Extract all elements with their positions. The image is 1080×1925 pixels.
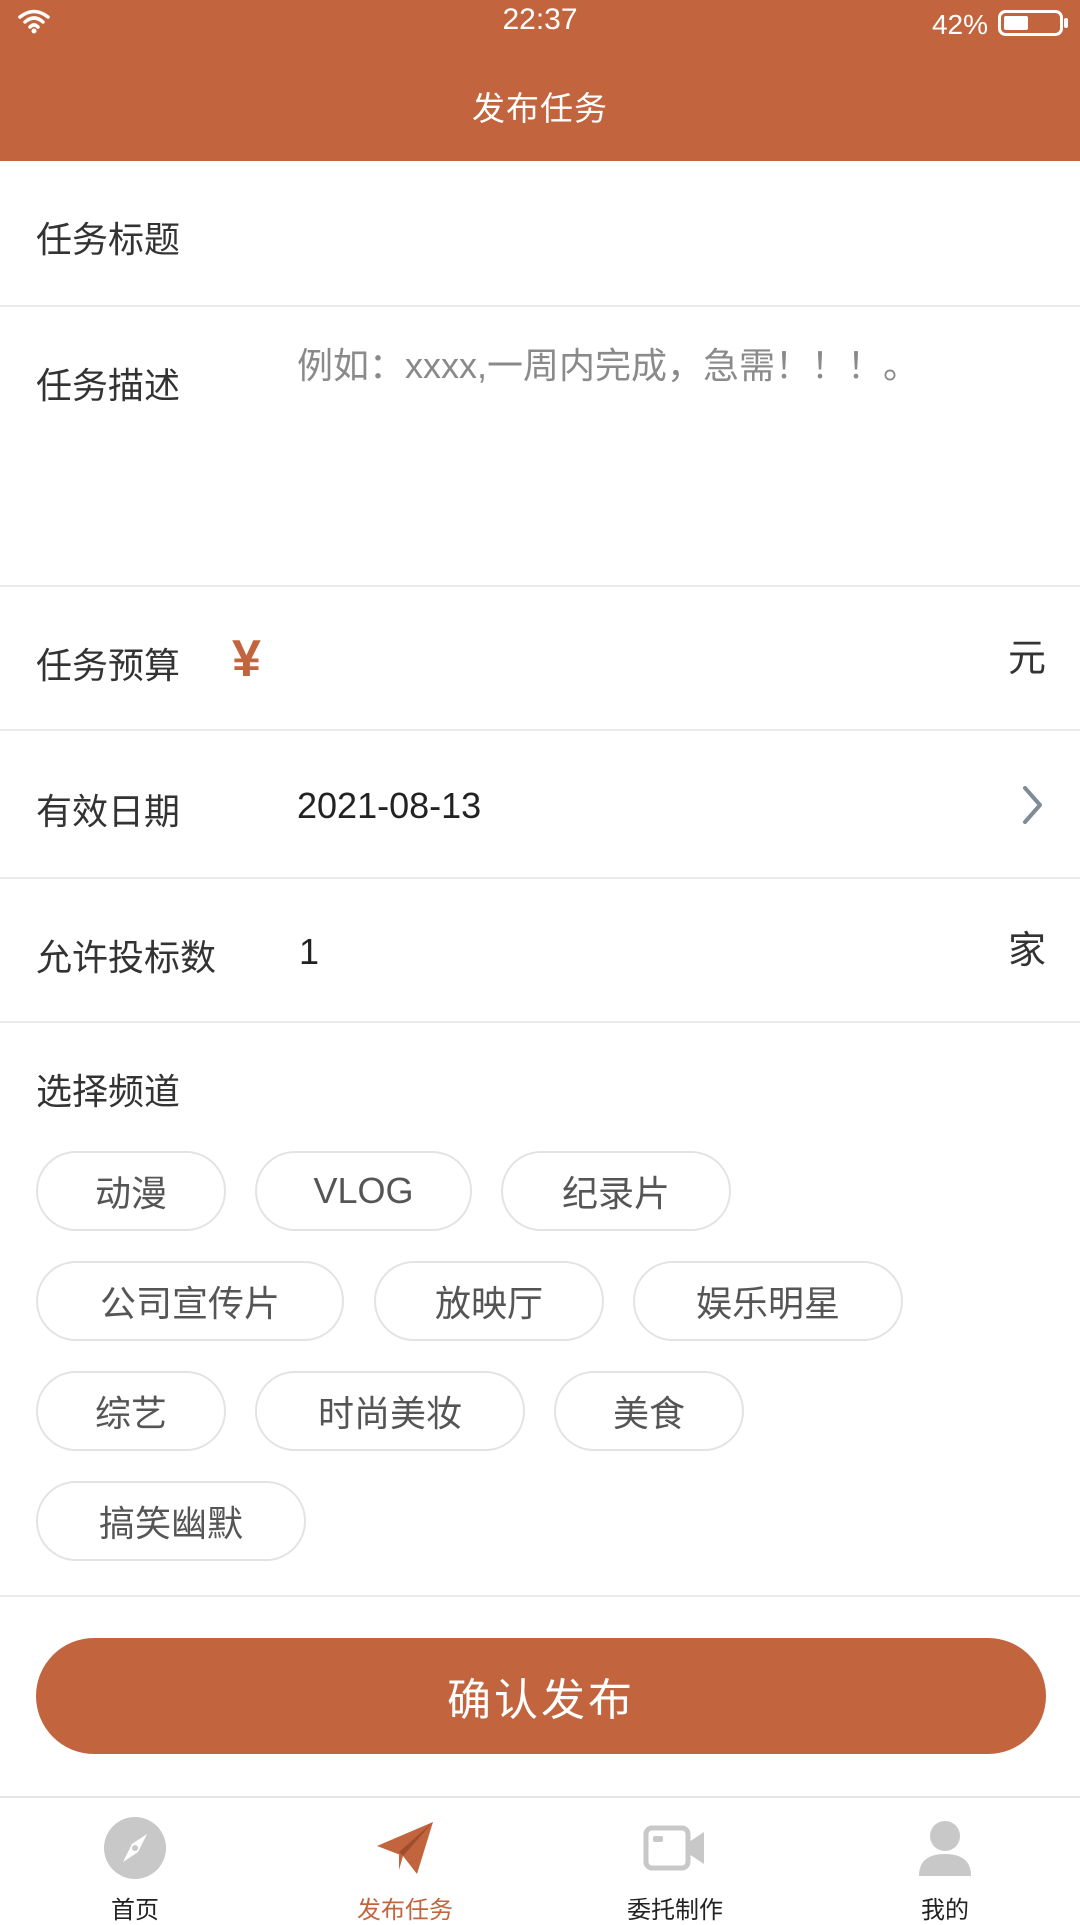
battery-icon [998, 10, 1068, 36]
channel-chip-food[interactable]: 美食 [554, 1371, 744, 1451]
user-icon [919, 1821, 971, 1876]
channel-chip-comedy[interactable]: 搞笑幽默 [36, 1481, 306, 1561]
paper-plane-icon [377, 1822, 433, 1874]
task-title-row: 任务标题 [0, 161, 1080, 307]
task-budget-input[interactable] [297, 635, 957, 685]
channel-chip-fashion-beauty[interactable]: 时尚美妆 [255, 1371, 525, 1451]
bid-count-row: 允许投标数 家 [0, 879, 1080, 1023]
status-time: 22:37 [502, 3, 578, 36]
battery-percent: 42% [931, 9, 988, 40]
channel-chip-anime[interactable]: 动漫 [36, 1151, 226, 1231]
tab-home[interactable]: 首页 [0, 1798, 270, 1924]
tab-bar: 首页 发布任务 委托制作 我的 [0, 1796, 1080, 1924]
bid-count-label: 允许投标数 [36, 938, 217, 979]
tab-publish-task[interactable]: 发布任务 [270, 1798, 540, 1924]
channel-chip-documentary[interactable]: 纪录片 [501, 1151, 731, 1231]
yen-icon: ¥ [232, 630, 261, 688]
task-form: 任务标题 任务描述 任务预算 ¥ 元 有效日期 2021-08-13 允许投标数… [0, 161, 1080, 1597]
task-desc-label: 任务描述 [36, 366, 181, 407]
channel-chip-entertainment-stars[interactable]: 娱乐明星 [633, 1261, 903, 1341]
bid-count-unit: 家 [1007, 928, 1046, 972]
task-budget-label: 任务预算 [36, 646, 181, 687]
tab-mine[interactable]: 我的 [810, 1798, 1080, 1924]
page-title: 发布任务 [472, 89, 608, 128]
header: 22:37 42% 发布任务 [0, 0, 1080, 161]
compass-icon [104, 1817, 166, 1879]
tab-commission[interactable]: 委托制作 [540, 1798, 810, 1924]
channel-section: 选择频道 动漫 VLOG 纪录片 公司宣传片 放映厅 娱乐明星 综艺 时尚美妆 … [0, 1023, 1080, 1597]
channel-chip-corporate-promo[interactable]: 公司宣传片 [36, 1261, 344, 1341]
video-camera-icon [643, 1825, 704, 1871]
status-bar: 22:37 42% [0, 0, 1080, 50]
task-budget-row: 任务预算 ¥ 元 [0, 587, 1080, 731]
task-desc-row: 任务描述 [0, 307, 1080, 587]
task-title-label: 任务标题 [36, 220, 181, 261]
valid-date-row[interactable]: 有效日期 2021-08-13 [0, 731, 1080, 879]
channel-chip-cinema[interactable]: 放映厅 [374, 1261, 604, 1341]
channel-chip-variety[interactable]: 综艺 [36, 1371, 226, 1451]
valid-date-value: 2021-08-13 [297, 785, 482, 826]
channel-chip-vlog[interactable]: VLOG [255, 1151, 472, 1231]
bid-count-input[interactable] [297, 927, 957, 977]
task-desc-input[interactable] [295, 339, 1035, 539]
confirm-publish-button[interactable]: 确认发布 [36, 1638, 1046, 1754]
channel-title: 选择频道 [36, 1072, 181, 1113]
budget-unit: 元 [1007, 636, 1046, 680]
chevron-right-icon [1023, 786, 1042, 824]
task-title-input[interactable] [295, 209, 1035, 259]
valid-date-label: 有效日期 [36, 792, 181, 833]
